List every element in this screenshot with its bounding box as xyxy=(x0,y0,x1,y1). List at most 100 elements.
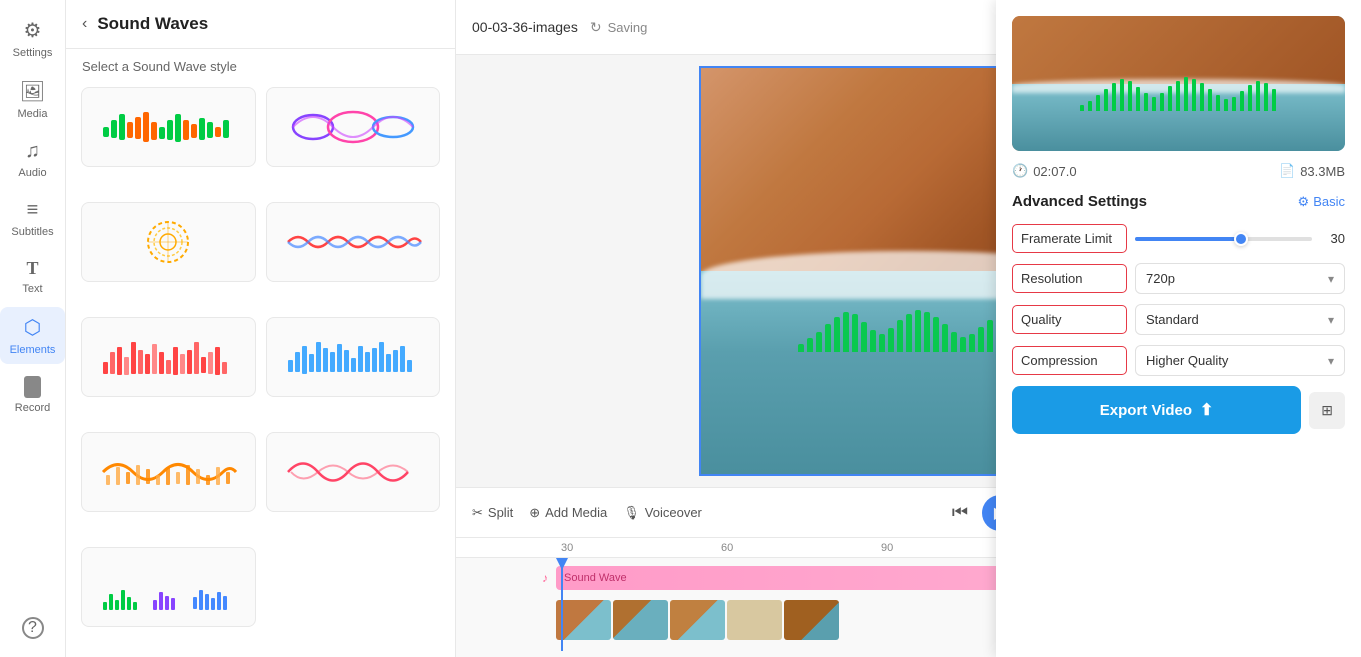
saving-status: ↻ Saving xyxy=(590,19,647,36)
chevron-down-icon: ▾ xyxy=(1328,272,1334,286)
sound-wave-overlay xyxy=(798,310,1020,352)
sidebar-label-record: Record xyxy=(15,402,50,414)
preview-wave-bar xyxy=(1240,91,1244,111)
sidebar-item-record[interactable]: ■ Record xyxy=(0,368,65,422)
preview-wave-bar xyxy=(1168,86,1172,111)
preview-wave-bar xyxy=(1264,83,1268,111)
subtitles-icon: ≡ xyxy=(27,199,39,222)
file-icon: 📄 xyxy=(1279,163,1295,179)
sound-wave-label: Sound Wave xyxy=(564,572,627,584)
sidebar-item-audio[interactable]: ♫ Audio xyxy=(0,132,65,187)
framerate-slider-fill xyxy=(1135,237,1241,241)
playhead xyxy=(561,558,563,651)
project-name: 00-03-36-images xyxy=(472,19,578,35)
basic-link[interactable]: ⚙ Basic xyxy=(1298,194,1345,210)
scissors-icon: ✂ xyxy=(472,505,483,521)
export-preview-thumbnail xyxy=(1012,16,1345,151)
wave-icon-9 xyxy=(98,562,238,612)
framerate-slider-thumb[interactable] xyxy=(1234,232,1248,246)
wave-icon-6 xyxy=(283,332,423,382)
split-button[interactable]: ✂ Split xyxy=(472,505,513,521)
preview-wave-bar xyxy=(1088,101,1092,111)
preview-wave-bar xyxy=(1248,85,1252,111)
add-media-button[interactable]: ⊕ Add Media xyxy=(529,505,607,521)
sidebar-item-settings[interactable]: ⚙ Settings xyxy=(0,10,65,67)
advanced-settings-header: Advanced Settings ⚙ Basic xyxy=(1012,193,1345,210)
duration-value: 02:07.0 xyxy=(1033,164,1076,179)
sidebar-label-subtitles: Subtitles xyxy=(11,226,53,238)
wave-style-6[interactable] xyxy=(266,317,441,397)
export-meta-row: 🕐 02:07.0 📄 83.3MB xyxy=(1012,163,1345,179)
media-icon: 🖼 xyxy=(20,79,45,104)
wave-icon-3 xyxy=(98,217,238,267)
framerate-value: 30 xyxy=(1320,231,1345,246)
elements-icon: ⬡ xyxy=(24,315,41,340)
preview-wave-bar xyxy=(1192,79,1196,111)
wave-style-1[interactable] xyxy=(81,87,256,167)
sidebar-item-media[interactable]: 🖼 Media xyxy=(0,71,65,128)
export-bottom-row: Export Video ⬆ ⊞ xyxy=(1012,386,1345,434)
preview-wave-bar xyxy=(1216,95,1220,111)
filesize-value: 83.3MB xyxy=(1300,164,1345,179)
quality-select[interactable]: Standard ▾ xyxy=(1135,304,1345,335)
wave-icon-2 xyxy=(283,102,423,152)
preview-wave-bar xyxy=(1152,97,1156,111)
preview-wave-bar xyxy=(1128,81,1132,111)
basic-label: Basic xyxy=(1313,194,1345,209)
wave-style-7[interactable] xyxy=(81,432,256,512)
thumbnail-5 xyxy=(784,600,839,640)
main-area: 00-03-36-images ↻ Saving ↩ ↪ Sign Up · L… xyxy=(456,0,1361,657)
resolution-label: Resolution xyxy=(1012,264,1127,293)
help-icon: ? xyxy=(22,617,44,639)
saving-text: Saving xyxy=(608,20,648,35)
waveform-icon: ♪ xyxy=(542,571,548,585)
preview-wave-bar xyxy=(1256,81,1260,111)
framerate-label: Framerate Limit xyxy=(1012,224,1127,253)
resolution-select[interactable]: 720p ▾ xyxy=(1135,263,1345,294)
sidebar-item-subtitles[interactable]: ≡ Subtitles xyxy=(0,191,65,246)
preview-wave-bar xyxy=(1272,89,1276,111)
export-video-button[interactable]: Export Video ⬆ xyxy=(1012,386,1301,434)
sidebar-label-media: Media xyxy=(18,108,48,120)
preview-wave-bar xyxy=(1112,83,1116,111)
export-video-label: Export Video xyxy=(1100,402,1192,419)
skip-back-button[interactable]: ⏮ xyxy=(952,502,968,523)
sidebar-item-text[interactable]: T Text xyxy=(0,250,65,303)
resolution-setting-row: Resolution 720p ▾ xyxy=(1012,263,1345,294)
framerate-control: 30 xyxy=(1135,231,1345,246)
format-options-button[interactable]: ⊞ xyxy=(1309,392,1345,429)
wave-style-2[interactable] xyxy=(266,87,441,167)
preview-wave-bar xyxy=(1232,97,1236,111)
wave-style-9[interactable] xyxy=(81,547,256,627)
wave-icon-7 xyxy=(98,447,238,497)
wave-style-3[interactable] xyxy=(81,202,256,282)
chevron-down-icon-3: ▾ xyxy=(1328,354,1334,368)
duration-meta: 🕐 02:07.0 xyxy=(1012,163,1077,179)
wave-icon-8 xyxy=(283,447,423,497)
split-label: Split xyxy=(488,505,513,520)
wave-style-4[interactable] xyxy=(266,202,441,282)
panel-title: Sound Waves xyxy=(97,14,208,34)
preview-wave-bar xyxy=(1200,83,1204,111)
back-button[interactable]: ‹ xyxy=(82,15,87,33)
wave-style-8[interactable] xyxy=(266,432,441,512)
compression-value: Higher Quality xyxy=(1146,353,1228,368)
sidebar: ⚙ Settings 🖼 Media ♫ Audio ≡ Subtitles T… xyxy=(0,0,66,657)
preview-wave-bar xyxy=(1176,81,1180,111)
add-media-label: Add Media xyxy=(545,505,607,520)
voiceover-button[interactable]: 🎙 Voiceover xyxy=(623,505,702,521)
thumbnail-2 xyxy=(613,600,668,640)
sound-wave-track-label: ♪ xyxy=(456,571,556,585)
sidebar-item-elements[interactable]: ⬡ Elements xyxy=(0,307,65,364)
mic-icon: 🎙 xyxy=(623,505,640,521)
chevron-down-icon-2: ▾ xyxy=(1328,313,1334,327)
preview-wave-bar xyxy=(1104,89,1108,111)
sidebar-label-text: Text xyxy=(22,283,42,295)
wave-style-5[interactable] xyxy=(81,317,256,397)
thumbnail-4 xyxy=(727,600,782,640)
preview-wave-bar xyxy=(1120,79,1124,111)
thumbnail-3 xyxy=(670,600,725,640)
compression-select[interactable]: Higher Quality ▾ xyxy=(1135,345,1345,376)
framerate-setting-row: Framerate Limit 30 xyxy=(1012,224,1345,253)
sidebar-item-help[interactable]: ? xyxy=(0,609,65,647)
